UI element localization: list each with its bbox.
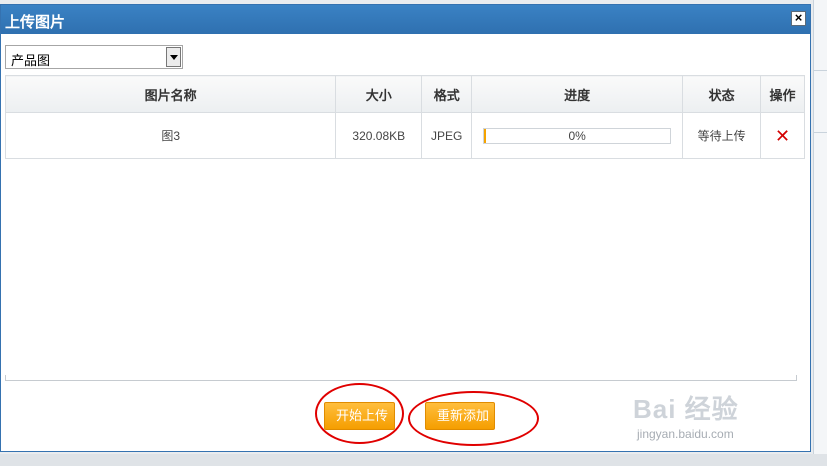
chevron-down-icon[interactable] (166, 47, 181, 67)
delete-icon[interactable]: ✕ (775, 126, 790, 146)
category-select-value: 产品图 (11, 53, 51, 68)
background-divider (814, 70, 827, 71)
file-format-cell: JPEG (421, 112, 473, 159)
close-button[interactable]: × (791, 11, 806, 26)
progress-percent: 0% (568, 128, 586, 143)
dialog-title: 上传图片 (5, 14, 66, 31)
file-action-cell: ✕ (760, 112, 805, 159)
re-add-button[interactable]: 重新添加 (425, 402, 495, 430)
file-table: 图片名称 大小 格式 进度 状态 操作 图3 320.08KB JPEG 0% (4, 75, 805, 159)
column-header-name: 图片名称 (4, 75, 337, 113)
table-header-row: 图片名称 大小 格式 进度 状态 操作 (4, 75, 805, 113)
category-select[interactable]: 产品图 (5, 45, 183, 69)
column-header-action: 操作 (760, 75, 805, 113)
column-header-size: 大小 (335, 75, 423, 113)
background-divider (814, 132, 827, 133)
table-row: 图3 320.08KB JPEG 0% 等待上传 ✕ (4, 112, 805, 159)
start-upload-button[interactable]: 开始上传 (324, 402, 395, 430)
close-icon: × (794, 10, 803, 25)
file-progress-cell: 0% (471, 112, 684, 159)
background-bottom-strip (0, 454, 827, 466)
column-header-format: 格式 (421, 75, 473, 113)
background-panel-edge (813, 0, 827, 466)
upload-progress-bar: 0% (483, 127, 672, 144)
watermark-url: jingyan.baidu.com (637, 427, 734, 441)
file-status-cell: 等待上传 (682, 112, 762, 159)
column-header-progress: 进度 (471, 75, 684, 113)
file-size-cell: 320.08KB (335, 112, 423, 159)
baidu-jingyan-watermark: Bai 经验 jingyan.baidu.com (631, 377, 811, 447)
watermark-logo-text: Bai 经验 (633, 394, 739, 424)
dialog-titlebar: 上传图片 × (1, 5, 810, 34)
column-header-status: 状态 (682, 75, 762, 113)
file-name-cell: 图3 (4, 112, 337, 159)
